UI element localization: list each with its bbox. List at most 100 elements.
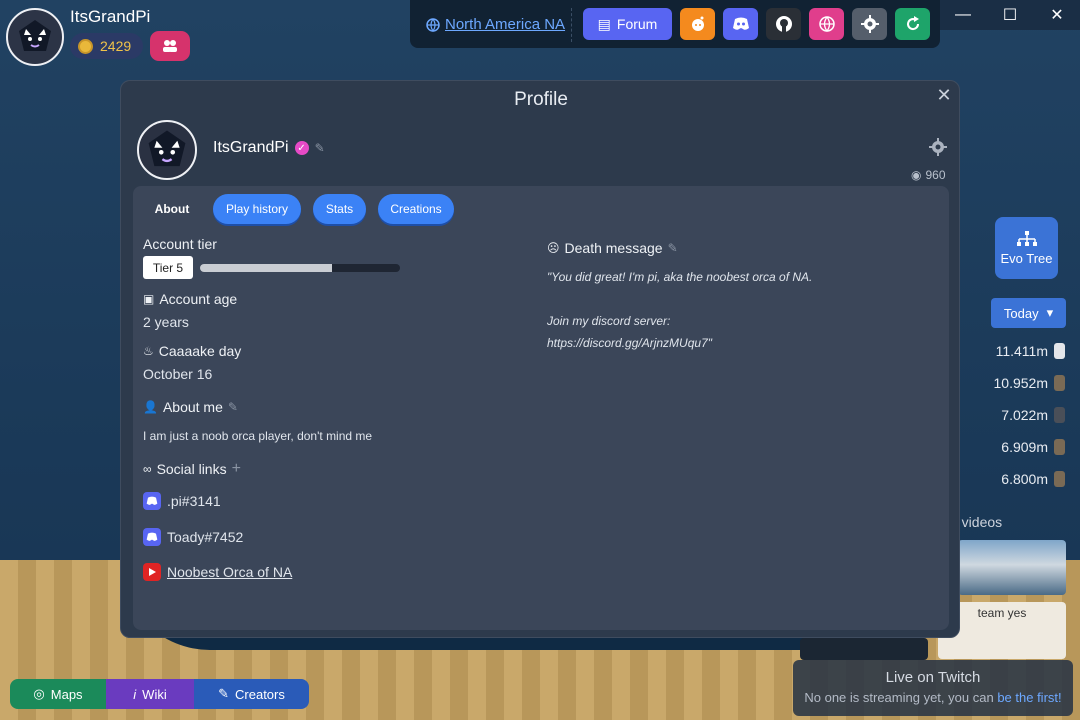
profile-avatar[interactable]	[137, 120, 197, 180]
gear-icon	[929, 138, 947, 156]
minimize-button[interactable]: —	[940, 0, 986, 30]
creators-label: Creators	[235, 686, 285, 702]
language-button[interactable]	[809, 8, 844, 40]
animal-icon	[1054, 375, 1065, 391]
tab-stats[interactable]: Stats	[313, 194, 366, 224]
language-globe-icon	[818, 16, 835, 33]
tab-about[interactable]: About	[145, 194, 199, 224]
globe-icon: ◎	[33, 686, 45, 701]
discord-button[interactable]	[723, 8, 758, 40]
region-selector[interactable]: North America NA	[426, 16, 565, 33]
window-controls: — ☐ ✕	[940, 0, 1080, 30]
cat-avatar-icon	[148, 130, 186, 167]
chevron-down-icon: ▾	[1046, 305, 1054, 320]
close-icon: ✕	[1050, 7, 1064, 24]
discord-icon	[143, 528, 161, 546]
leaderboard-row: 11.411m	[970, 341, 1065, 361]
bottom-nav: ◎ Maps i Wiki ✎ Creators	[10, 679, 309, 709]
refresh-button[interactable]	[895, 8, 930, 40]
social-links-label-text: Social links	[156, 461, 227, 477]
view-count: 960	[925, 168, 946, 182]
close-window-button[interactable]: ✕	[1034, 0, 1080, 30]
minimize-icon: —	[955, 6, 971, 23]
video-thumbnail[interactable]	[958, 540, 1066, 595]
account-tier-label: Account tier	[143, 236, 217, 252]
modal-close-button[interactable]: ✕	[934, 85, 954, 106]
range-label: Today	[1003, 305, 1039, 321]
evo-tree-label: Evo Tree	[1000, 250, 1053, 266]
maps-button[interactable]: ◎ Maps	[10, 679, 106, 709]
leaderboard-score: 6.800m	[1001, 471, 1048, 487]
cake-day-label-text: Caaaake day	[158, 343, 242, 359]
profile-settings-button[interactable]	[929, 138, 947, 161]
region-label: North America NA	[445, 16, 566, 33]
sad-face-icon: ☹	[547, 241, 560, 255]
be-first-link[interactable]: be the first!	[997, 690, 1061, 705]
animal-icon	[1054, 407, 1065, 423]
about-me-label: 👤 About me ✎	[143, 399, 238, 415]
death-message-label: ☹ Death message ✎	[547, 240, 678, 256]
social-links-label: ∞ Social links +	[143, 460, 241, 478]
video-thumbnail[interactable]	[800, 638, 928, 660]
about-me-text: I am just a noob orca player, don't mind…	[143, 429, 373, 443]
pencil-icon: ✎	[218, 686, 230, 701]
edit-about-icon[interactable]: ✎	[228, 400, 238, 414]
creators-button[interactable]: ✎ Creators	[194, 679, 309, 709]
forum-button[interactable]: ▤ Forum	[583, 8, 672, 40]
tier-progress-bar	[200, 264, 400, 272]
about-me-label-text: About me	[162, 399, 223, 415]
death-message-line: "You did great! I'm pi, aka the noobest …	[547, 270, 813, 284]
social-link-youtube[interactable]: Noobest Orca of NA	[143, 563, 292, 581]
close-icon: ✕	[936, 85, 952, 105]
settings-button[interactable]	[852, 8, 887, 40]
death-message-text: "You did great! I'm pi, aka the noobest …	[547, 266, 847, 354]
death-message-line: Join my discord server:	[547, 314, 671, 328]
death-message-line: https://discord.gg/ArjnzMUqu7"	[547, 336, 712, 350]
discord-icon	[732, 17, 749, 30]
wiki-button[interactable]: i Wiki	[106, 679, 194, 709]
maximize-button[interactable]: ☐	[987, 0, 1033, 30]
leaderboard-row: 6.800m	[970, 469, 1065, 489]
account-age-label-text: Account age	[159, 291, 238, 307]
edit-name-icon[interactable]: ✎	[315, 141, 325, 155]
github-button[interactable]	[766, 8, 801, 40]
social-link-discord[interactable]: .pi#3141	[143, 492, 221, 510]
twitch-title: Live on Twitch	[885, 669, 981, 686]
cat-avatar-icon	[19, 20, 51, 51]
leaderboard-row: 7.022m	[970, 405, 1065, 425]
cake-day-value: October 16	[143, 366, 213, 382]
globe-icon	[426, 17, 440, 32]
profile-content-panel: About Play history Stats Creations Accou…	[133, 186, 949, 630]
social-link-text: Toady#7452	[167, 529, 244, 545]
info-icon: i	[133, 686, 137, 702]
cake-day-label: ♨ Caaaake day	[143, 343, 241, 359]
tab-creations[interactable]: Creations	[378, 194, 454, 224]
evo-tree-button[interactable]: Evo Tree	[995, 217, 1058, 279]
twitch-panel: Live on Twitch No one is streaming yet, …	[793, 660, 1073, 716]
death-message-label-text: Death message	[564, 240, 663, 256]
tier-badge: Tier 5	[143, 256, 193, 279]
tier-progress-fill	[200, 264, 332, 272]
forum-icon: ▤	[597, 15, 611, 32]
leaderboard-row: 10.952m	[970, 373, 1065, 393]
death-message-spacer	[547, 288, 847, 310]
link-icon: ∞	[143, 462, 152, 476]
profile-modal: Profile ✕ ItsGrandPi ✓ ✎ ◉ 960 About Pla…	[120, 80, 960, 638]
add-social-icon[interactable]: +	[232, 460, 241, 478]
forum-label: Forum	[616, 16, 658, 32]
leaderboard-row: 6.909m	[970, 437, 1065, 457]
leaderboard-score: 10.952m	[993, 375, 1048, 391]
social-link-text: Noobest Orca of NA	[167, 564, 293, 580]
tab-play-history[interactable]: Play history	[213, 194, 301, 224]
friends-button[interactable]	[150, 31, 190, 61]
modal-title: Profile	[514, 89, 568, 110]
social-link-discord[interactable]: Toady#7452	[143, 528, 243, 546]
profile-username: ItsGrandPi	[213, 139, 289, 156]
animal-icon	[1054, 343, 1065, 359]
reddit-button[interactable]	[680, 8, 715, 40]
coin-balance[interactable]: 2429	[70, 33, 143, 59]
leaderboard-range-dropdown[interactable]: Today ▾	[991, 298, 1066, 328]
edit-death-message-icon[interactable]: ✎	[668, 241, 678, 255]
leaderboard-score: 7.022m	[1001, 407, 1048, 423]
player-avatar[interactable]	[6, 8, 64, 66]
